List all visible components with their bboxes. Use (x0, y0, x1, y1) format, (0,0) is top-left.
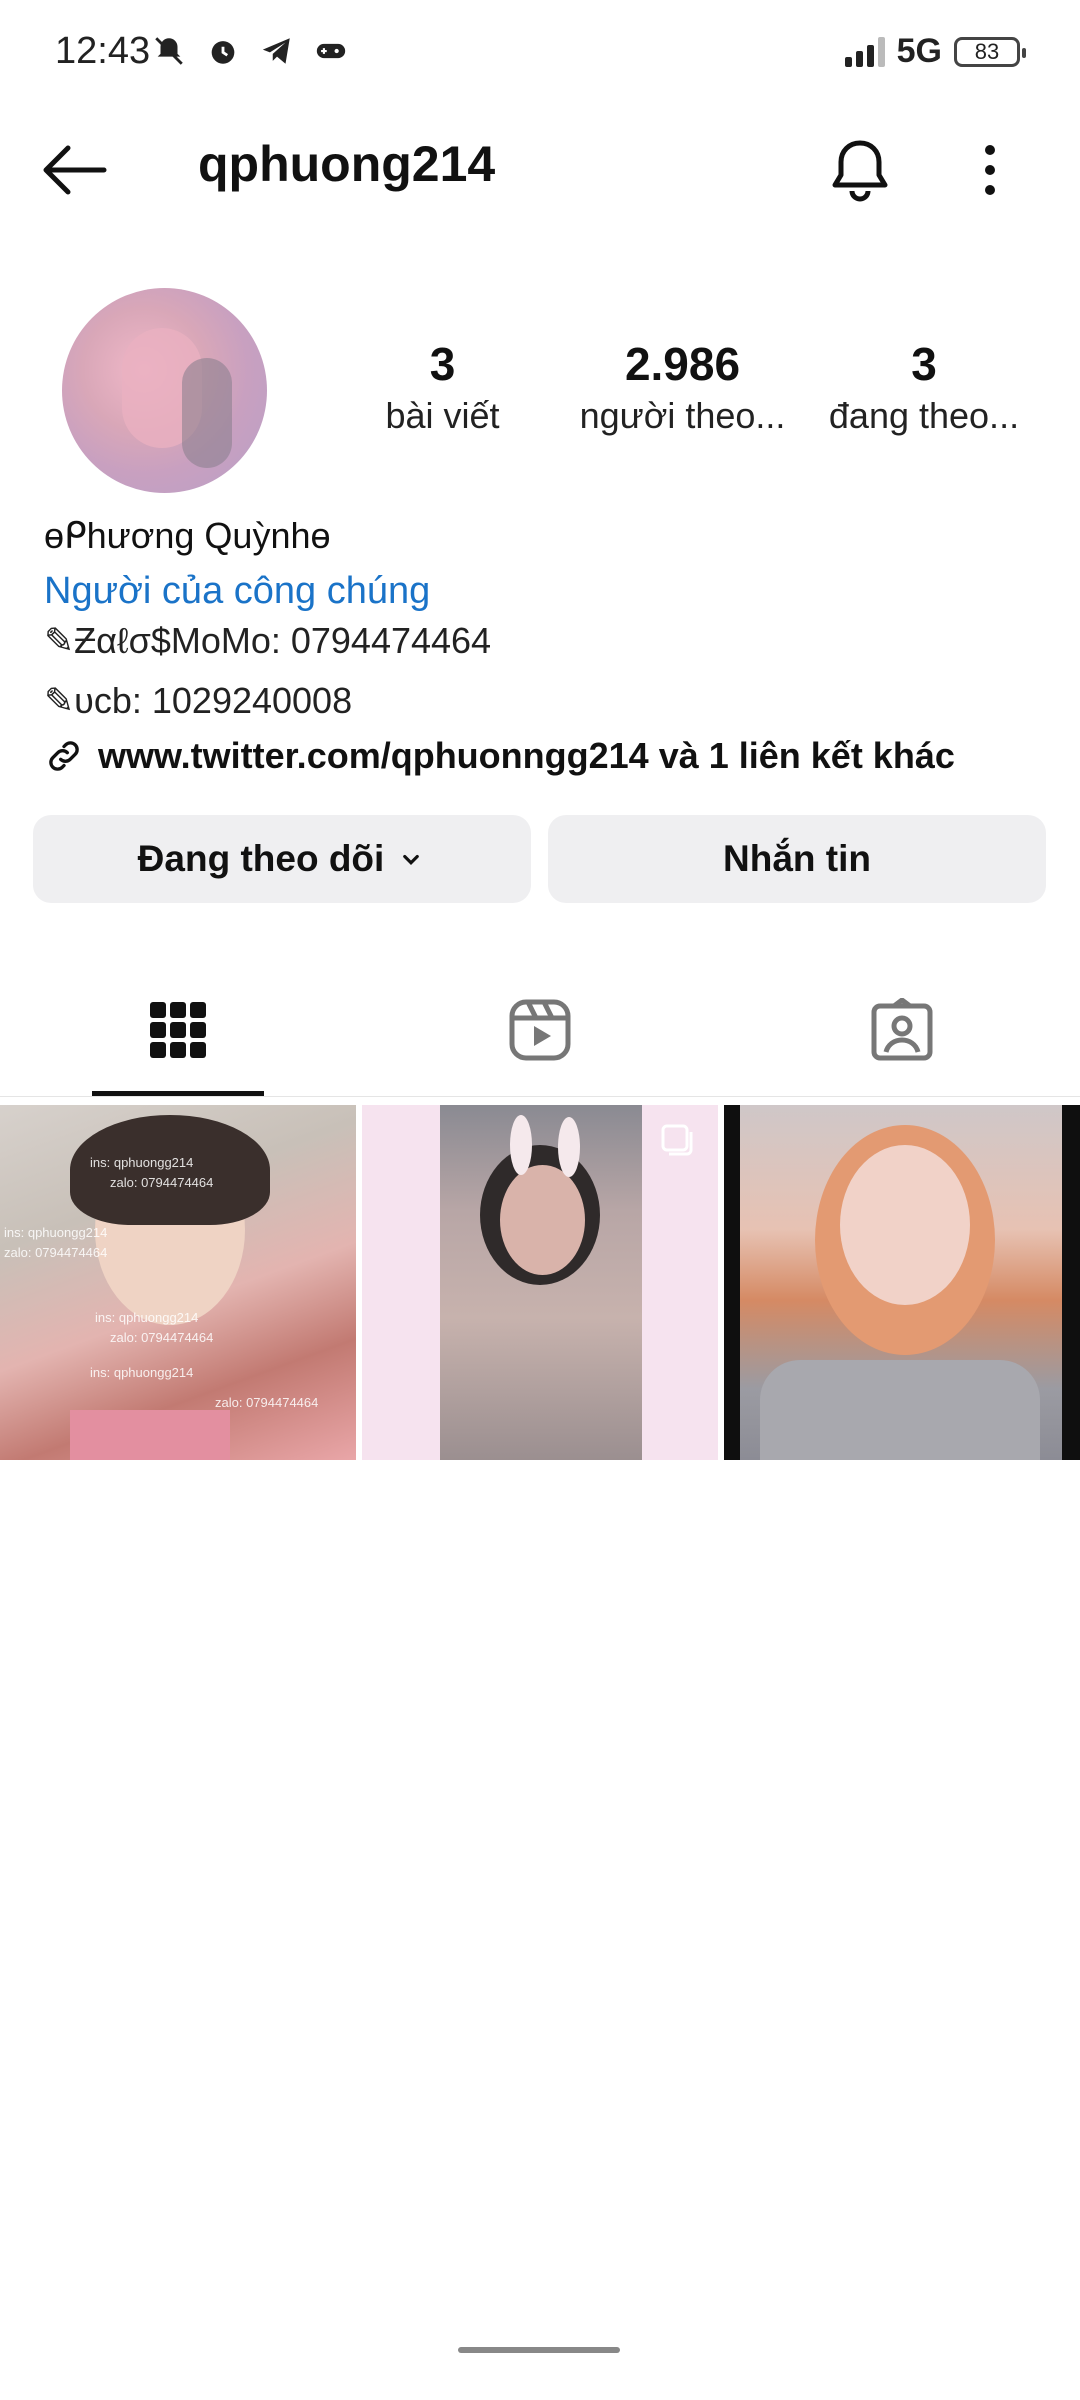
status-notification-icons (152, 34, 348, 68)
chevron-down-icon (403, 854, 420, 865)
post-photo (740, 1105, 1062, 1460)
notifications-button[interactable] (825, 135, 895, 205)
following-count[interactable]: 3 đang theo... (818, 335, 1030, 439)
watermark-text: ins: qphuongg214 (90, 1155, 194, 1170)
stat-value: 3 (429, 338, 456, 390)
watermark-text: zalo: 0794474464 (4, 1245, 108, 1260)
following-label: Đang theo dõi (137, 838, 385, 879)
following-button[interactable]: Đang theo dõi (33, 815, 531, 903)
watermark-text: zalo: 0794474464 (215, 1395, 319, 1410)
post-photo-inset (70, 1410, 230, 1460)
bell-icon (832, 140, 888, 202)
avatar-photo-detail (182, 358, 232, 468)
tab-posts-grid[interactable] (138, 990, 218, 1070)
message-label: Nhắn tin (723, 838, 871, 879)
watermark-text: ins: qphuongg214 (90, 1365, 194, 1380)
post-thumbnail[interactable]: ins: qphuongg214 zalo: 0794474464 ins: q… (0, 1105, 356, 1460)
watermark-text: zalo: 0794474464 (110, 1330, 214, 1345)
more-options-button[interactable] (970, 140, 1010, 200)
post-thumbnail[interactable] (724, 1105, 1080, 1460)
grid-icon (150, 1002, 206, 1058)
tagged-user-icon (871, 998, 933, 1061)
battery-level: 83 (974, 38, 1000, 64)
gamepad-icon (316, 43, 346, 59)
tab-reels[interactable] (500, 990, 580, 1070)
status-right: 5G 83 (844, 32, 1026, 71)
post-photo-hair (70, 1115, 270, 1225)
post-photo-bunny-ear (558, 1117, 580, 1177)
display-name: ɵᑭhương Quỳnhɵ (44, 515, 331, 556)
tab-divider (0, 1096, 1080, 1097)
post-photo-face (840, 1145, 970, 1305)
bio-line: ✎Ƶαℓσ$MoMo: 0794474464 (44, 620, 492, 661)
stat-value: 2.986 (624, 338, 741, 390)
followers-count[interactable]: 2.986 người theo... (570, 335, 795, 439)
posts-count[interactable]: 3 bài viết (360, 335, 525, 439)
stat-label: người theo... (579, 395, 786, 436)
more-vertical-icon (985, 145, 995, 195)
profile-link[interactable]: www.twitter.com/qphuonngg214 và 1 liên k… (44, 735, 955, 777)
watermark-text: zalo: 0794474464 (110, 1175, 214, 1190)
post-photo-face (500, 1165, 585, 1275)
multiple-photos-icon (661, 1124, 693, 1156)
post-photo-bunny-ear (510, 1115, 532, 1175)
back-button[interactable] (40, 140, 120, 200)
network-type: 5G (896, 32, 942, 70)
reels-icon (509, 999, 571, 1061)
signal-icon (844, 36, 885, 67)
profile-username: qphuong214 (198, 136, 496, 192)
stat-label: đang theo... (828, 395, 1020, 436)
status-time: 12:43 (55, 30, 151, 72)
post-photo-shirt (760, 1360, 1040, 1460)
link-icon (49, 741, 79, 771)
stat-label: bài viết (385, 395, 500, 436)
watermark-text: ins: qphuongg214 (95, 1310, 199, 1325)
watermark-text: ins: qphuongg214 (4, 1225, 108, 1240)
message-button[interactable]: Nhắn tin (548, 815, 1046, 903)
mute-bell-icon (155, 37, 183, 65)
link-text: www.twitter.com/qphuonngg214 và 1 liên k… (98, 735, 955, 776)
avatar[interactable] (62, 288, 267, 493)
alarm-icon (211, 41, 235, 64)
post-thumbnail[interactable] (362, 1105, 718, 1460)
home-indicator[interactable] (458, 2347, 620, 2353)
telegram-icon (262, 38, 290, 64)
tab-tagged[interactable] (862, 990, 942, 1070)
profile-category: Người của công chúng (44, 570, 431, 612)
arrow-left-icon (43, 145, 107, 195)
post-photo (440, 1105, 642, 1460)
stat-value: 3 (911, 338, 937, 390)
battery-icon: 83 (954, 36, 1026, 67)
bio-line: ✎υcb: 1029240008 (44, 680, 353, 721)
